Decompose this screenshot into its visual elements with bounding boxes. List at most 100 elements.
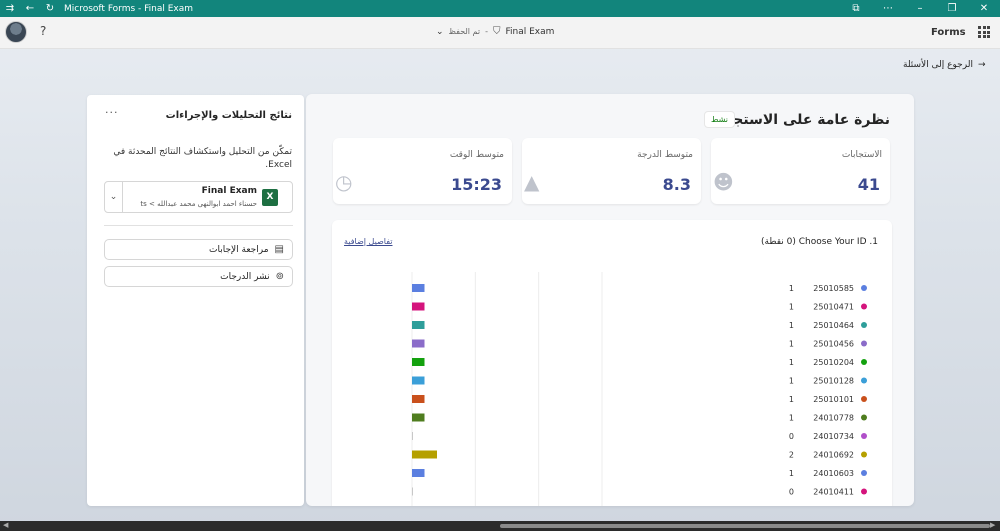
question-text: Choose Your ID [798, 237, 867, 247]
bar-value-label: 2 [789, 451, 794, 460]
bar[interactable] [412, 487, 413, 496]
category-label: 24010692 [813, 451, 854, 460]
bar[interactable] [412, 413, 425, 422]
bar[interactable] [412, 302, 425, 311]
back-link-label: الرجوع إلى الأسئلة [903, 60, 973, 70]
bar-value-label: 0 [789, 432, 794, 441]
legend-dot [861, 285, 867, 291]
app-menu-icon[interactable]: ⇉ [0, 3, 20, 14]
chevron-down-icon[interactable]: ⌄ [105, 182, 123, 212]
category-label: 25010101 [813, 395, 854, 404]
category-label: 24010603 [813, 469, 854, 478]
divider [104, 225, 293, 226]
stat-card-average-time: متوسط الوقت 15:23 ◷ [333, 138, 512, 204]
help-icon[interactable]: ? [40, 24, 46, 38]
form-title-area[interactable]: ⌄ تم الحفظ - ⛉ Final Exam [436, 26, 554, 37]
stat-value: 8.3 [662, 175, 691, 194]
bar[interactable] [412, 284, 425, 292]
more-options-icon[interactable]: ⋯ [872, 3, 904, 14]
bar-value-label: 1 [789, 414, 794, 423]
question-summary-card: 1. Choose Your ID (0 نقطة) تفاصيل إضافية… [332, 220, 892, 506]
legend-dot [861, 340, 867, 347]
avatar[interactable] [5, 21, 27, 43]
bar[interactable] [412, 395, 425, 403]
bar-value-label: 1 [789, 395, 794, 404]
minimize-button[interactable]: – [904, 3, 936, 14]
legend-dot [861, 377, 867, 384]
stat-card-average-score: متوسط الدرجة 8.3 ▲ [522, 138, 701, 204]
bar-value-label: 1 [789, 284, 794, 293]
legend-dot [861, 488, 867, 495]
legend-dot [861, 303, 867, 310]
scrollbar-thumb[interactable] [500, 524, 990, 528]
people-icon: ☻ [713, 170, 734, 194]
legend-dot [861, 433, 867, 439]
bar[interactable] [412, 450, 437, 459]
app-launcher-icon[interactable] [978, 26, 990, 38]
horizontal-scrollbar[interactable]: ◀ ▶ [0, 521, 1000, 531]
stat-label: متوسط الدرجة [637, 150, 693, 160]
app-header: ? ⌄ تم الحفظ - ⛉ Final Exam Forms [0, 17, 1000, 49]
review-answers-button[interactable]: ▤ مراجعة الإجابات [104, 239, 293, 260]
status-badge: نشط [704, 111, 735, 128]
question-points: (0 نقطة) [761, 237, 796, 247]
bar-value-label: 1 [789, 377, 794, 386]
legend-dot [861, 322, 867, 328]
more-options-icon[interactable]: ··· [105, 106, 119, 119]
excel-file-picker[interactable]: ⌄ Final Exam حسناء احمد ابوالنهى محمد عب… [104, 181, 293, 213]
graduation-cap-icon: ▲ [524, 170, 540, 194]
brand-label[interactable]: Forms [931, 27, 966, 38]
bar-value-label: 1 [789, 358, 794, 367]
bar[interactable] [412, 469, 425, 477]
post-scores-label: نشر الدرجات [220, 271, 270, 282]
legend-dot [861, 470, 867, 476]
save-status: تم الحفظ [448, 27, 481, 36]
bar[interactable] [412, 358, 425, 366]
bar[interactable] [412, 321, 425, 329]
back-arrow-icon[interactable]: ← [20, 3, 40, 14]
bar-value-label: 1 [789, 469, 794, 478]
extensions-icon[interactable]: ⧉ [840, 3, 872, 14]
maximize-button[interactable]: ❐ [936, 3, 968, 14]
refresh-icon[interactable]: ↻ [40, 3, 60, 14]
review-icon: ▤ [274, 244, 284, 255]
bar[interactable] [412, 432, 413, 440]
category-label: 25010464 [813, 321, 854, 330]
post-scores-button[interactable]: ⊚ نشر الدرجات [104, 266, 293, 287]
more-details-link[interactable]: تفاصيل إضافية [344, 237, 393, 246]
scroll-right-icon[interactable]: ▶ [990, 521, 995, 529]
stat-value: 15:23 [451, 175, 502, 194]
legend-dot [861, 396, 867, 402]
publish-icon: ⊚ [275, 271, 284, 282]
question-title: 1. Choose Your ID (0 نقطة) [761, 237, 878, 247]
bar[interactable] [412, 339, 425, 348]
stat-value: 41 [857, 175, 880, 194]
stat-label: متوسط الوقت [449, 150, 504, 160]
legend-dot [861, 451, 867, 458]
form-name: Final Exam [505, 26, 555, 37]
bar[interactable] [412, 376, 425, 385]
category-label: 25010471 [813, 303, 854, 312]
legend-dot [861, 359, 867, 365]
legend-dot [861, 414, 867, 421]
close-button[interactable]: ✕ [968, 3, 1000, 14]
bar-value-label: 1 [789, 321, 794, 330]
back-to-questions-link[interactable]: → الرجوع إلى الأسئلة [903, 60, 986, 70]
side-panel-description: تمكّن من التحليل واستكشاف النتائج المحدث… [113, 147, 292, 170]
title-bar: ⇉ ← ↻ Microsoft Forms - Final Exam ⧉ ⋯ –… [0, 0, 1000, 17]
stat-label: الاستجابات [841, 150, 882, 160]
file-path: حسناء احمد ابوالنهى محمد عبدالله > ts [140, 200, 257, 208]
side-panel-title: نتائج التحليلات والإجراءات [165, 110, 292, 121]
bar-value-label: 1 [789, 303, 794, 312]
alarm-clock-icon: ◷ [335, 170, 353, 194]
category-label: 25010204 [813, 358, 854, 367]
category-label: 25010585 [813, 284, 854, 293]
scroll-left-icon[interactable]: ◀ [3, 521, 8, 529]
excel-icon: X [262, 189, 278, 206]
category-label: 25010128 [813, 377, 854, 386]
responses-overview-panel: نظرة عامة على الاستجابات نشط الاستجابات … [306, 94, 914, 506]
chevron-down-icon[interactable]: ⌄ [436, 27, 444, 37]
question-number: 1. [869, 237, 878, 247]
category-label: 24010734 [813, 432, 854, 441]
insights-side-panel: نتائج التحليلات والإجراءات ··· تمكّن من … [87, 95, 304, 506]
